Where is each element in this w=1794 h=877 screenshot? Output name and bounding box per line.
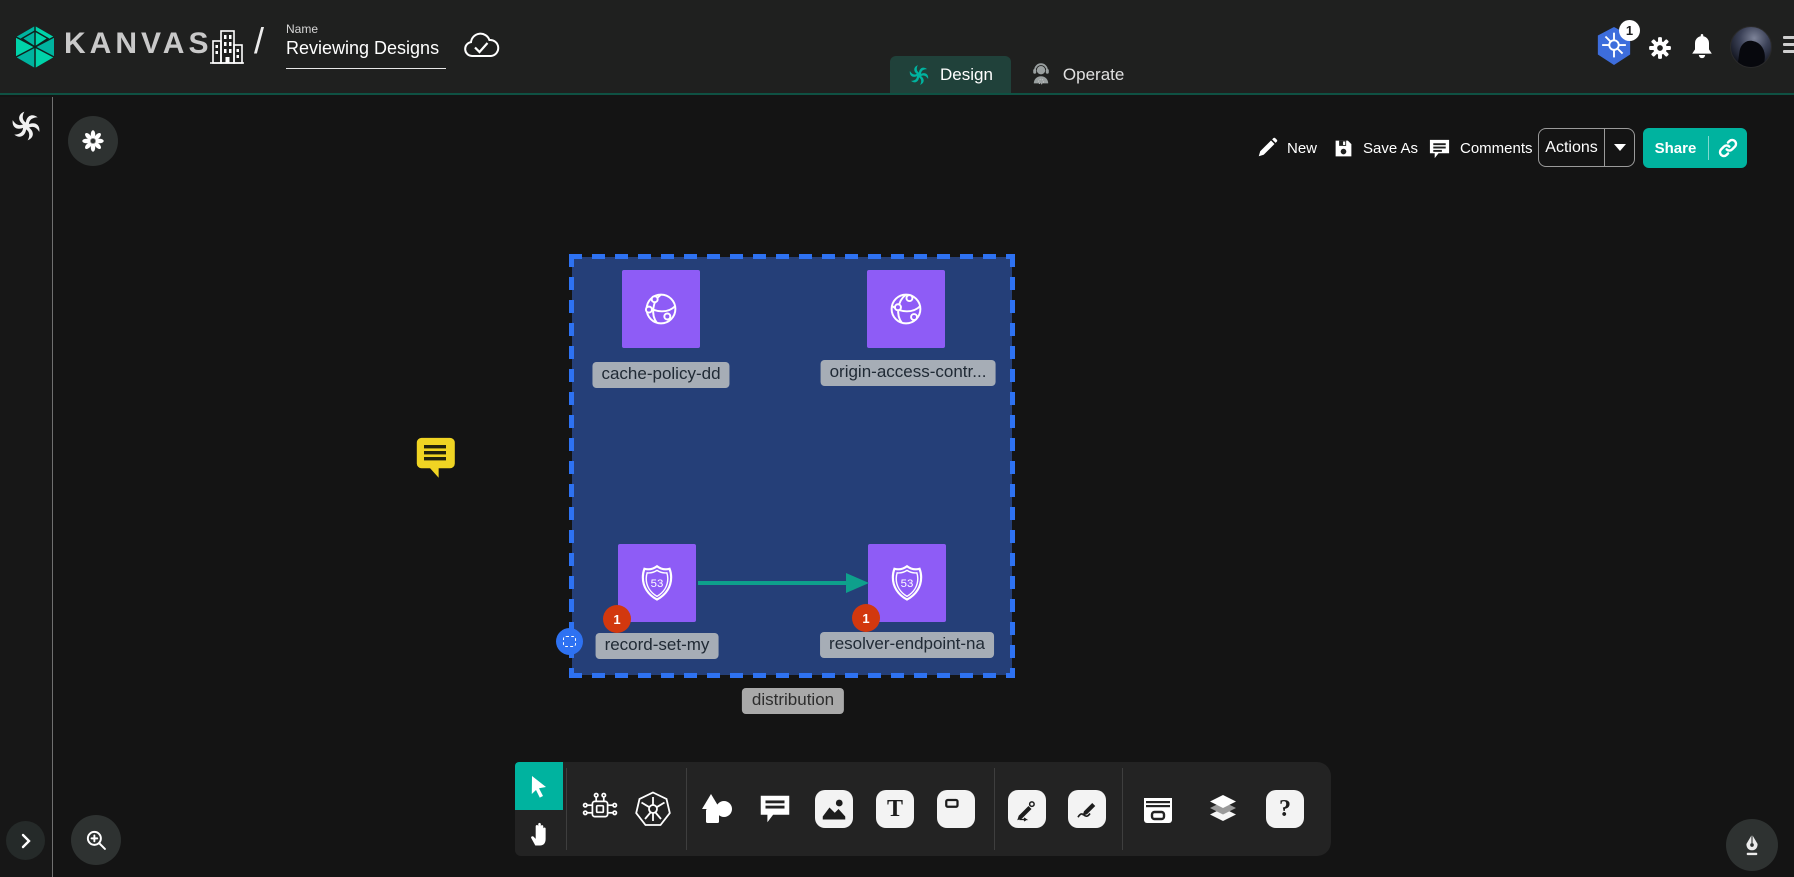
share-label: Share	[1643, 128, 1708, 168]
design-name-input[interactable]	[286, 38, 446, 69]
comments-button[interactable]: Comments	[1428, 128, 1533, 168]
design-canvas[interactable]: New Save As Comments Actions	[0, 97, 1794, 877]
tab-design-label: Design	[940, 65, 993, 85]
pen-tool[interactable]	[1007, 789, 1047, 829]
left-sidebar	[0, 97, 53, 877]
toolbar-divider	[686, 768, 687, 850]
group-border-right	[1010, 254, 1015, 678]
kanvas-logo-text: KANVAS	[64, 27, 212, 61]
group-label-distribution[interactable]: distribution	[742, 688, 844, 714]
flower-menu-button[interactable]	[68, 116, 118, 166]
tab-operate-label: Operate	[1063, 65, 1124, 85]
kubernetes-tool[interactable]	[633, 789, 673, 829]
route53-number: 53	[651, 578, 664, 590]
toolbar-divider	[994, 768, 995, 850]
toolbar-divider	[566, 768, 567, 850]
tab-design[interactable]: Design	[890, 56, 1011, 93]
infrastructure-tool[interactable]	[580, 789, 620, 829]
hamburger-icon[interactable]	[1783, 36, 1794, 57]
group-handle-icon	[563, 636, 576, 647]
new-label: New	[1287, 140, 1317, 157]
edge-record-set-to-resolver[interactable]	[696, 570, 872, 596]
help-tool[interactable]: ?	[1265, 789, 1305, 829]
mode-tabs: Design Operate	[890, 56, 1142, 93]
building-icon[interactable]	[210, 28, 244, 71]
drawer-tool[interactable]	[1138, 789, 1178, 829]
text-tool-glyph: T	[887, 796, 903, 823]
node-cache-policy[interactable]	[622, 270, 700, 348]
group-border-bottom	[569, 673, 1015, 678]
kubernetes-context-button[interactable]: 1	[1595, 26, 1641, 70]
text-tool[interactable]: T	[875, 789, 915, 829]
save-as-label: Save As	[1363, 140, 1418, 157]
toolbar-divider	[1122, 768, 1123, 850]
pen-mode-button[interactable]	[1726, 819, 1778, 871]
comments-label: Comments	[1460, 140, 1533, 157]
distribution-group[interactable]: cache-policy-dd origin-access-contr...	[569, 254, 1015, 678]
node-label-origin-access-control[interactable]: origin-access-contr...	[821, 360, 996, 386]
image-tool[interactable]	[814, 789, 854, 829]
comment-tool[interactable]	[755, 789, 795, 829]
actions-label: Actions	[1539, 129, 1604, 166]
select-tool[interactable]	[515, 762, 563, 810]
group-border-left	[569, 254, 574, 678]
bottom-toolbar: T	[515, 762, 1331, 856]
kubernetes-context-count-badge: 1	[1619, 20, 1640, 41]
shapes-tool[interactable]	[697, 789, 737, 829]
copy-link-button[interactable]	[1709, 128, 1747, 168]
gear-icon[interactable]	[1645, 33, 1675, 68]
tab-operate[interactable]: Operate	[1011, 56, 1142, 93]
kanvas-logo-icon[interactable]	[14, 25, 56, 74]
new-button[interactable]: New	[1256, 128, 1317, 168]
pan-tool[interactable]	[515, 810, 563, 856]
chevron-down-icon	[1614, 144, 1626, 151]
breadcrumb-separator: /	[254, 20, 264, 62]
node-label-cache-policy[interactable]: cache-policy-dd	[592, 362, 729, 388]
error-badge-record-set[interactable]: 1	[603, 605, 631, 633]
share-button[interactable]: Share	[1643, 128, 1747, 168]
avatar[interactable]	[1730, 26, 1772, 68]
cloud-synced-icon	[462, 30, 500, 65]
group-handle[interactable]	[556, 628, 583, 655]
zoom-in-button[interactable]	[71, 815, 121, 865]
layers-tool[interactable]	[1203, 789, 1243, 829]
design-name-label: Name	[286, 22, 318, 36]
actions-caret-button[interactable]	[1605, 129, 1634, 166]
save-as-button[interactable]: Save As	[1333, 128, 1418, 168]
comment-marker[interactable]	[413, 435, 457, 486]
group-border-top	[569, 254, 1015, 259]
node-origin-access-control[interactable]	[867, 270, 945, 348]
sketch-tool[interactable]	[1067, 789, 1107, 829]
error-badge-resolver-endpoint[interactable]: 1	[852, 604, 880, 632]
node-label-record-set[interactable]: record-set-my	[596, 633, 719, 659]
sidebar-expand-button[interactable]	[6, 821, 45, 860]
meshery-swirl-icon[interactable]	[10, 110, 42, 147]
help-tool-glyph: ?	[1279, 796, 1291, 823]
node-resolver-endpoint[interactable]: 53	[868, 544, 946, 622]
route53-number: 53	[901, 578, 914, 590]
panel-tool[interactable]	[936, 789, 976, 829]
node-label-resolver-endpoint[interactable]: resolver-endpoint-na	[820, 632, 994, 658]
bell-icon[interactable]	[1688, 32, 1716, 69]
app-header: KANVAS / Name	[0, 0, 1794, 95]
actions-dropdown-button[interactable]: Actions	[1538, 128, 1635, 167]
kanvas-app: KANVAS / Name	[0, 0, 1794, 877]
node-record-set[interactable]: 53	[618, 544, 696, 622]
